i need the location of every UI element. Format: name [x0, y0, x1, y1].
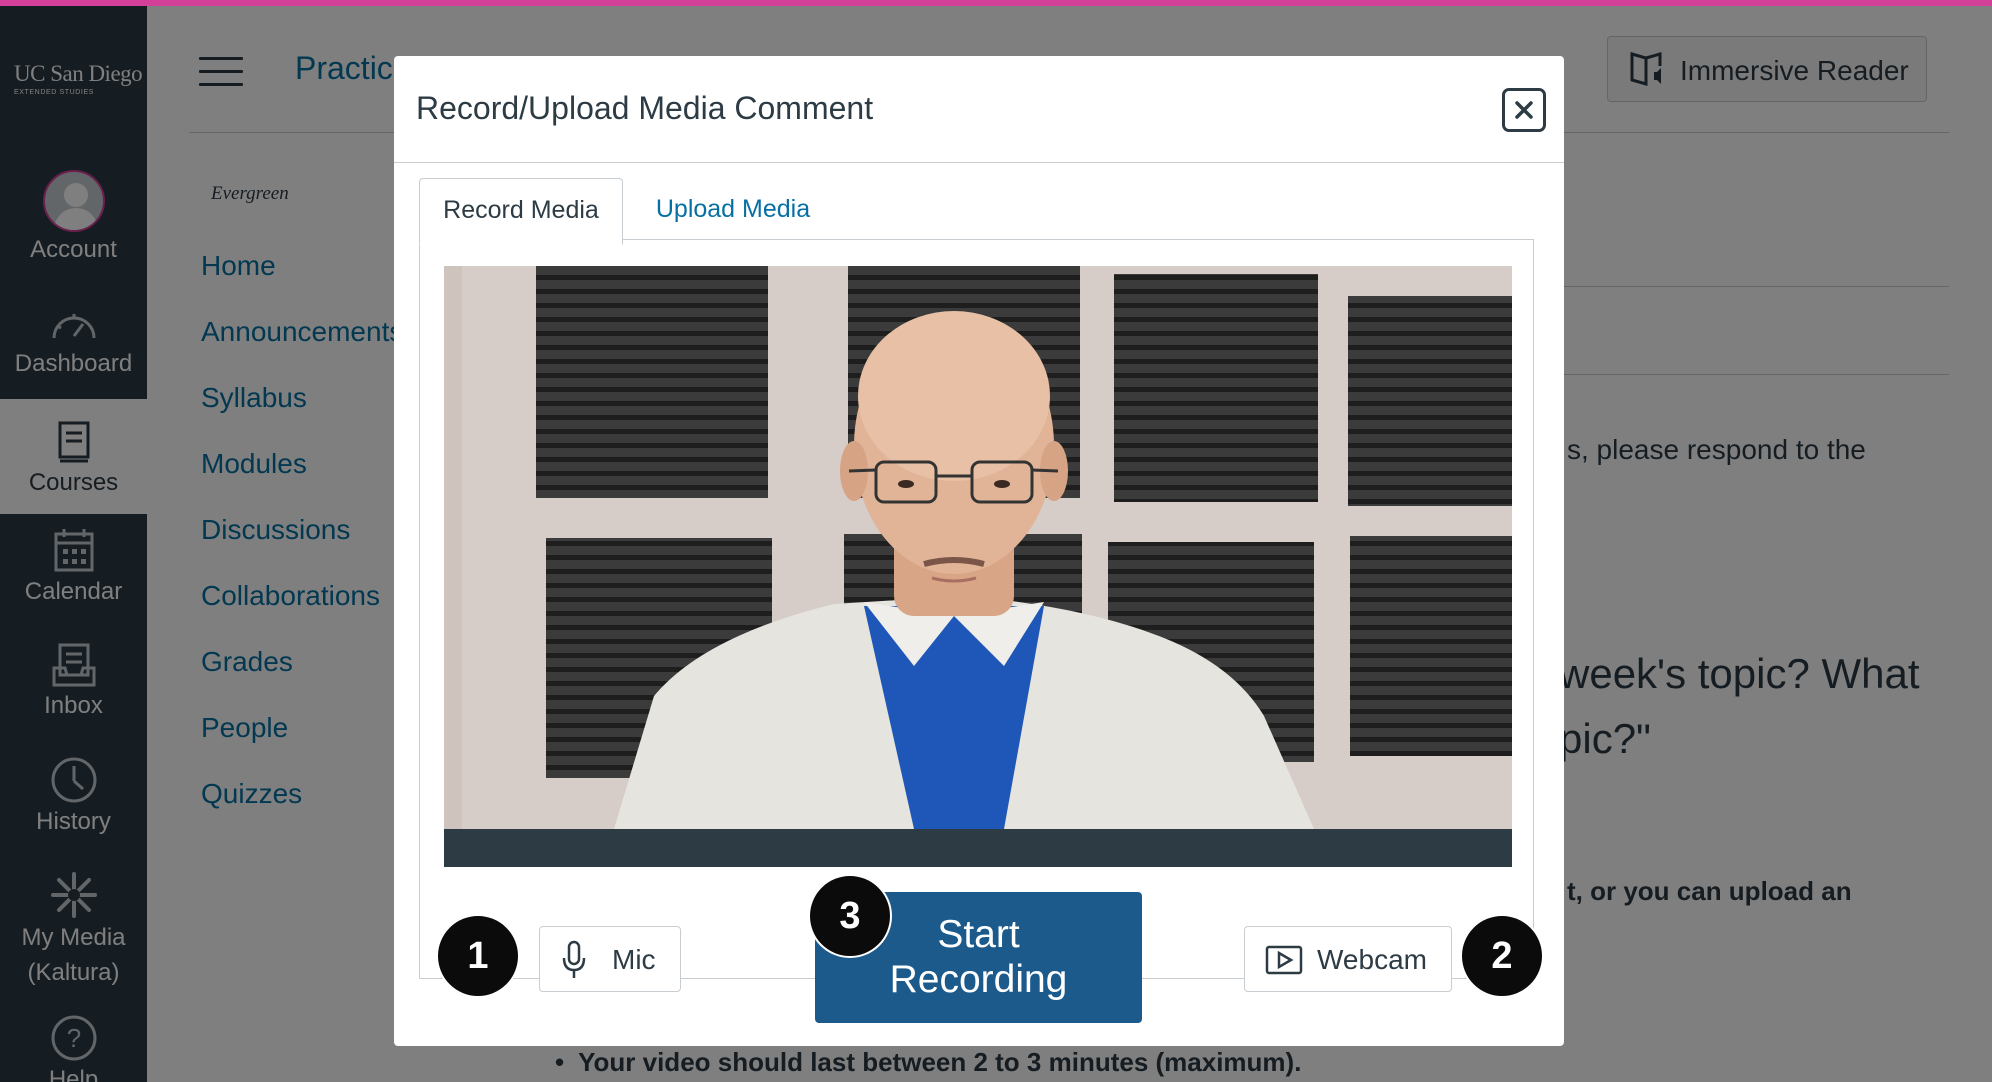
callout-badge-3: 3 — [808, 874, 892, 958]
close-icon — [1515, 101, 1533, 119]
mic-button[interactable]: Mic — [539, 926, 681, 992]
tab-upload-media-label: Upload Media — [655, 195, 811, 223]
webcam-preview — [444, 266, 1512, 829]
dialog-header: Record/Upload Media Comment — [394, 56, 1564, 163]
mic-label: Mic — [612, 944, 656, 975]
webcam-preview-image — [444, 266, 1512, 829]
video-play-icon — [1265, 945, 1303, 975]
microphone-icon — [562, 940, 586, 978]
callout-badge-2: 2 — [1460, 914, 1544, 998]
dialog-title: Record/Upload Media Comment — [416, 90, 874, 126]
tab-record-media-label: Record Media — [443, 196, 599, 224]
media-comment-dialog: Record/Upload Media Comment Record Media… — [394, 56, 1564, 1046]
callout-badge-1: 1 — [436, 914, 520, 998]
tab-record-media[interactable]: Record Media — [419, 178, 623, 245]
webcam-label: Webcam — [1317, 944, 1427, 975]
video-control-bar — [444, 829, 1512, 867]
close-button[interactable] — [1502, 88, 1546, 132]
webcam-button[interactable]: Webcam — [1244, 926, 1452, 992]
tab-upload-media[interactable]: Upload Media — [623, 178, 843, 245]
